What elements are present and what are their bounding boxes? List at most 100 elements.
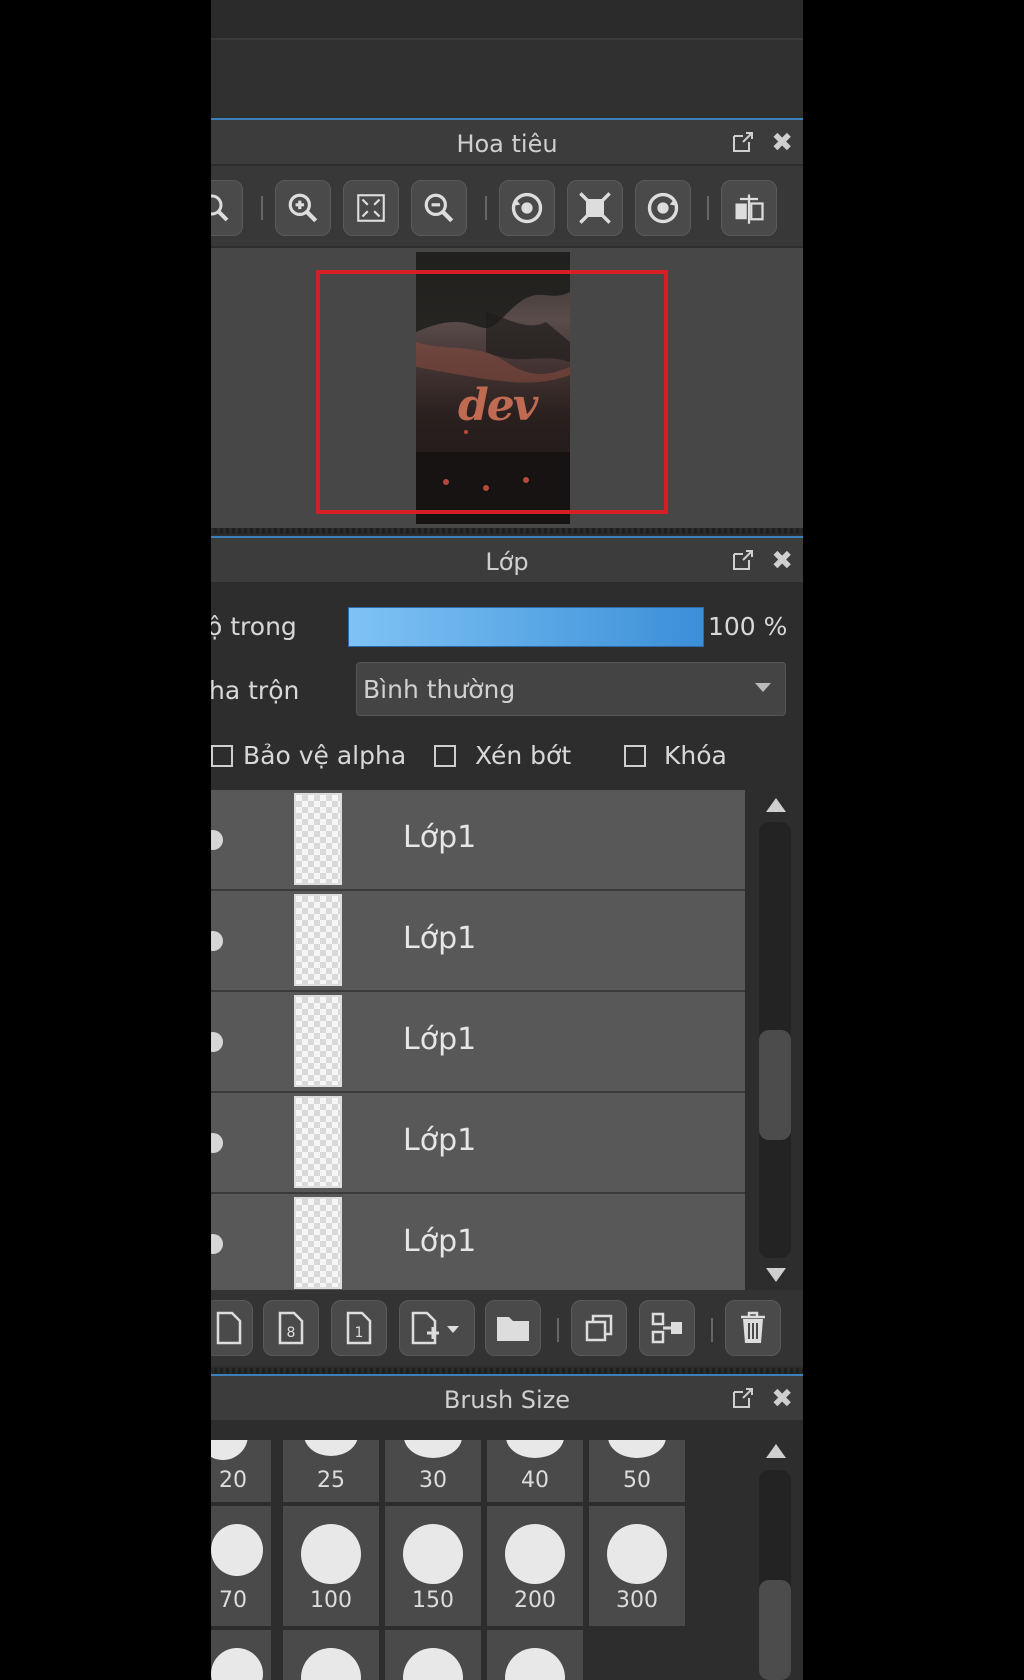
scroll-up-icon[interactable] (766, 798, 786, 812)
layer-scrollbar[interactable] (751, 790, 799, 1290)
brush-dot (608, 1440, 666, 1458)
new-8bit-layer-icon: 8 (278, 1311, 304, 1345)
popout-icon[interactable] (731, 1386, 755, 1410)
brush-size-cell[interactable] (211, 1630, 271, 1680)
brush-size-cell[interactable]: 200 (487, 1506, 583, 1626)
clipping-checkbox[interactable] (434, 745, 456, 767)
brush-size-cell[interactable]: 70 (211, 1506, 271, 1626)
clipping-label: Xén bớt (475, 741, 572, 770)
rotate-left-icon (511, 192, 543, 224)
zoom-button[interactable] (211, 180, 243, 236)
popout-icon[interactable] (731, 130, 755, 154)
brush-size-cell[interactable] (385, 1630, 481, 1680)
brush-size-cell[interactable]: 50 (589, 1440, 685, 1502)
fit-button[interactable] (343, 180, 399, 236)
visibility-icon[interactable] (211, 1133, 223, 1153)
flip-button[interactable] (721, 180, 777, 236)
new-8bit-layer-button[interactable]: 8 (263, 1300, 319, 1356)
brush-dot (304, 1440, 358, 1456)
actual-size-button[interactable] (567, 180, 623, 236)
lock-label: Khóa (664, 741, 727, 770)
layer-thumbnail (294, 894, 342, 986)
brush-scrollbar[interactable] (751, 1440, 799, 1680)
opacity-slider[interactable] (348, 607, 704, 647)
visibility-icon[interactable] (211, 830, 223, 850)
brush-size-cell[interactable]: 150 (385, 1506, 481, 1626)
layer-name: Lớp1 (403, 1224, 477, 1259)
new-folder-button[interactable] (485, 1300, 541, 1356)
new-1bit-layer-button[interactable]: 1 (331, 1300, 387, 1356)
zoom-in-button[interactable] (275, 180, 331, 236)
merge-layer-button[interactable] (639, 1300, 695, 1356)
brush-size-cell[interactable]: 25 (283, 1440, 379, 1502)
opacity-label: ộ trong (211, 612, 297, 641)
brush-size-cell[interactable]: 40 (487, 1440, 583, 1502)
duplicate-layer-button[interactable] (571, 1300, 627, 1356)
popout-icon[interactable] (731, 548, 755, 572)
brush-size-label: 70 (219, 1588, 247, 1613)
visibility-icon[interactable] (211, 1234, 223, 1254)
brush-size-grid: 20 25 30 40 50 70 100 150 200 300 (211, 1440, 751, 1680)
brush-dot (505, 1648, 565, 1680)
scroll-down-icon[interactable] (766, 1268, 786, 1282)
panel-splitter[interactable] (211, 528, 803, 534)
scroll-thumb[interactable] (759, 1580, 791, 1680)
brush-size-label: 200 (514, 1588, 556, 1613)
zoom-out-button[interactable] (411, 180, 467, 236)
brush-dot (607, 1524, 667, 1584)
layer-row[interactable]: Lớp1 (211, 790, 745, 891)
layers-title: Lớp (485, 548, 529, 576)
visibility-icon[interactable] (211, 1032, 223, 1052)
brush-dot (506, 1440, 564, 1458)
app-window: Hoa tiêu ✖ dev Lớp ✖ ộ trong 100 % ha tr… (211, 0, 803, 1680)
visibility-icon[interactable] (211, 931, 223, 951)
close-icon[interactable]: ✖ (771, 546, 793, 576)
brush-size-label: 25 (317, 1468, 345, 1493)
brush-size-cell[interactable]: 30 (385, 1440, 481, 1502)
brush-size-label: 30 (419, 1468, 447, 1493)
new-1bit-layer-icon: 1 (346, 1311, 372, 1345)
blend-mode-select[interactable]: Bình thường (356, 662, 786, 716)
brush-size-cell[interactable]: 100 (283, 1506, 379, 1626)
navigator-preview[interactable]: dev (211, 248, 803, 528)
brush-size-panel-header: Brush Size ✖ (211, 1374, 803, 1420)
rotate-left-button[interactable] (499, 180, 555, 236)
brush-dot (403, 1524, 463, 1584)
layer-toolbar: 8 1 (211, 1290, 803, 1366)
brush-size-cell[interactable] (487, 1630, 583, 1680)
add-layer-menu-button[interactable] (399, 1300, 475, 1356)
options-bar (211, 40, 803, 116)
layer-row[interactable]: Lớp1 (211, 1194, 745, 1290)
protect-alpha-checkbox[interactable] (211, 745, 233, 767)
new-layer-button[interactable] (211, 1300, 253, 1356)
layer-row[interactable]: Lớp1 (211, 891, 745, 992)
zoom-out-icon (424, 193, 454, 223)
toolbar-separator (557, 1318, 559, 1342)
layer-name: Lớp1 (403, 1022, 477, 1057)
scroll-thumb[interactable] (759, 1030, 791, 1140)
brush-dot (404, 1440, 462, 1458)
delete-layer-button[interactable] (725, 1300, 781, 1356)
toolbar-separator (711, 1318, 713, 1342)
protect-alpha-label: Bảo vệ alpha (243, 741, 407, 770)
close-icon[interactable]: ✖ (771, 1384, 793, 1414)
brush-size-label: 150 (412, 1588, 454, 1613)
view-rectangle[interactable] (316, 270, 668, 514)
layer-row[interactable]: Lớp1 (211, 992, 745, 1093)
brush-size-cell[interactable]: 20 (211, 1440, 271, 1502)
close-icon[interactable]: ✖ (771, 128, 793, 158)
layers-panel-header: Lớp ✖ (211, 536, 803, 582)
brush-size-cell[interactable]: 300 (589, 1506, 685, 1626)
rotate-right-button[interactable] (635, 180, 691, 236)
brush-size-cell[interactable] (283, 1630, 379, 1680)
toolbar-separator (485, 196, 487, 220)
scroll-up-icon[interactable] (766, 1444, 786, 1458)
layer-row[interactable]: Lớp1 (211, 1093, 745, 1194)
chevron-down-icon (755, 683, 771, 692)
brush-size-label: 20 (219, 1468, 247, 1493)
layer-list: Lớp1 Lớp1 Lớp1 Lớp1 Lớp1 (211, 790, 745, 1290)
top-bar (211, 0, 803, 40)
lock-checkbox[interactable] (624, 745, 646, 767)
brush-dot (211, 1524, 263, 1576)
layer-name: Lớp1 (403, 1123, 477, 1158)
